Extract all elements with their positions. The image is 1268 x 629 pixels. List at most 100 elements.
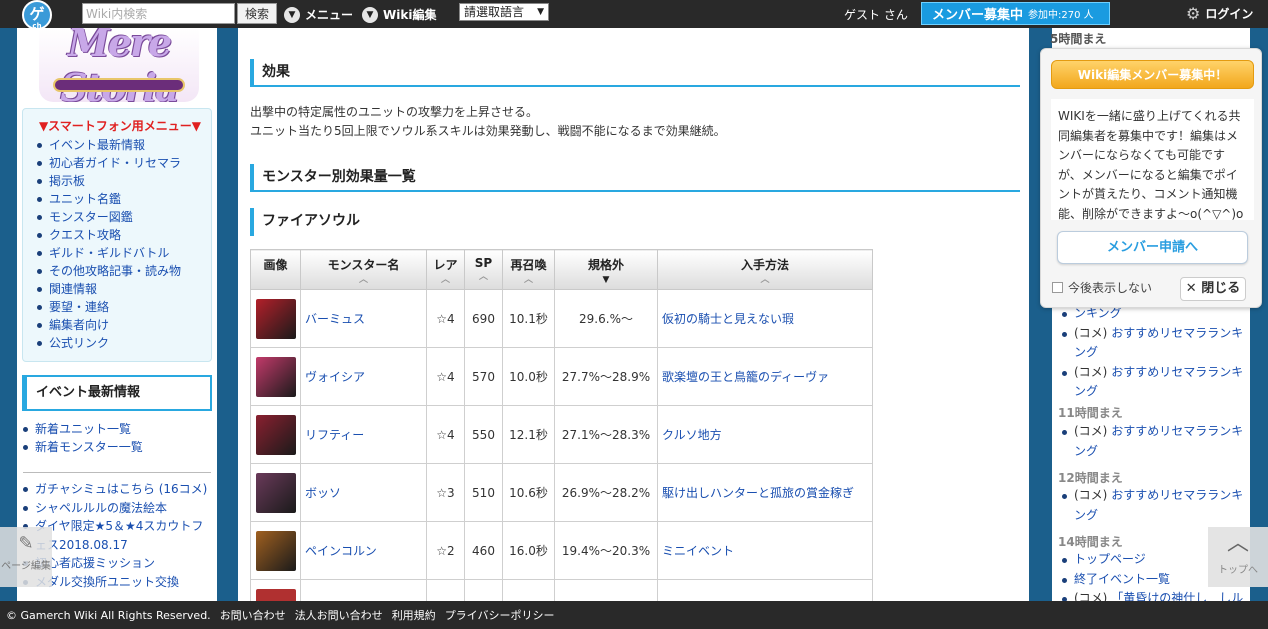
recruit-badge: Wiki編集メンバー募集中！ (1051, 60, 1254, 89)
update-link[interactable]: 終了イベント一覧 (1074, 572, 1170, 586)
monster-name-cell: ペインコルン (300, 521, 427, 580)
update-link[interactable]: ンキング (1074, 306, 1122, 320)
sp-menu-item: 初心者ガイド・リセマラ (33, 154, 207, 172)
sort-down-icon[interactable]: ▼ (555, 276, 657, 285)
login-label: ログイン (1205, 7, 1254, 21)
menu-button[interactable]: ▼ メニュー (284, 6, 353, 23)
range-cell: 29.6.%～ (554, 289, 658, 348)
sort-up-icon[interactable]: ︿ (427, 276, 464, 285)
language-select-value: 請選取語言 (464, 5, 525, 19)
footer-bar: © Gamerch Wiki All Rights Reserved. お問い合… (0, 601, 1268, 629)
event-link[interactable]: 新着モンスター一覧 (35, 440, 143, 454)
col-source[interactable]: 入手方法 ︿ (657, 249, 873, 290)
back-to-top-label: トップへ (1218, 565, 1258, 576)
back-to-top-button[interactable]: ︿ トップへ (1208, 527, 1268, 587)
col-resummon[interactable]: 再召喚 ︿ (502, 249, 555, 290)
sp-menu-link[interactable]: ギルド・ギルドバトル (49, 246, 169, 260)
update-link[interactable]: トップページ (1074, 552, 1146, 566)
sp-menu-link[interactable]: 公式リンク (49, 336, 109, 350)
col-rarity[interactable]: レア ︿ (426, 249, 465, 290)
monster-thumbnail[interactable] (255, 298, 296, 339)
monster-thumbnail[interactable] (255, 356, 296, 397)
sp-menu-item: 要望・連絡 (33, 298, 207, 316)
sp-menu-item: その他攻略記事・読み物 (33, 262, 207, 280)
gamerch-logo[interactable]: ゲ ch (22, 0, 52, 30)
monster-thumbnail[interactable] (255, 414, 296, 455)
news-link[interactable]: 初心者応援ミッション (35, 556, 155, 570)
sp-cell: 510 (464, 463, 503, 522)
monster-link[interactable]: リフティー (305, 428, 364, 442)
monster-link[interactable]: ボッソ (305, 486, 341, 500)
source-link[interactable]: ミニイベント (662, 544, 734, 558)
monster-link[interactable]: バーミュス (305, 312, 365, 326)
sp-menu-link[interactable]: 編集者向け (49, 318, 109, 332)
sp-cell (464, 579, 503, 601)
checkbox-icon[interactable] (1052, 282, 1063, 293)
sort-up-icon[interactable]: ︿ (658, 276, 872, 285)
main-content: 効果 出撃中の特定属性のユニットの攻撃力を上昇させる。 ユニット当たり5回上限で… (238, 28, 1029, 601)
rarity-cell: ☆2 (426, 521, 465, 580)
col-monster-name[interactable]: モンスター名 ︿ (300, 249, 427, 290)
login-button[interactable]: ⚙ ログイン (1186, 4, 1253, 23)
sp-menu-link[interactable]: その他攻略記事・読み物 (49, 264, 181, 278)
comment-prefix: (コメ) (1074, 325, 1112, 340)
news-link[interactable]: メダル交換所ユニット交換 (35, 575, 179, 589)
sort-up-icon[interactable]: ︿ (503, 276, 554, 285)
member-recruit-button[interactable]: メンバー募集中 参加中:270 人 (921, 2, 1110, 25)
monster-name-cell: リフティー (300, 405, 427, 464)
resummon-cell: 10.1秒 (502, 289, 555, 348)
monster-link[interactable]: ヴォイシア (305, 370, 365, 384)
monster-thumbnail[interactable] (255, 530, 296, 571)
sp-menu-item: イベント最新情報 (33, 136, 207, 154)
source-link[interactable]: クルソ地方 (662, 428, 722, 442)
footer-link-contact[interactable]: お問い合わせ (220, 607, 286, 623)
monster-thumbnail[interactable] (255, 472, 296, 513)
language-select[interactable]: 請選取語言 ▼ (459, 3, 549, 21)
sort-up-icon[interactable]: ︿ (465, 273, 502, 282)
sp-menu-link[interactable]: クエスト攻略 (49, 228, 121, 242)
event-link[interactable]: 新着ユニット一覧 (35, 422, 131, 436)
footer-link-corporate-contact[interactable]: 法人お問い合わせ (295, 607, 383, 623)
news-link[interactable]: ダイヤ限定★5＆★4スカウトフェス2018.08.17 (35, 519, 203, 552)
monster-image-cell (250, 521, 301, 580)
sp-menu-link[interactable]: ユニット名鑑 (49, 192, 121, 206)
recent-updates-list: (コメ) おすすめリセマラランキング (1056, 422, 1246, 461)
monster-image-cell (250, 347, 301, 406)
fire-soul-heading: ファイアソウル (250, 208, 360, 236)
sp-menu-link[interactable]: 要望・連絡 (49, 300, 109, 314)
monster-name-cell: ボッソ (300, 463, 427, 522)
dont-show-again-checkbox[interactable]: 今後表示しない (1052, 279, 1152, 296)
close-button[interactable]: ✕ 閉じる (1180, 277, 1246, 301)
monster-thumbnail[interactable] (255, 588, 296, 601)
source-link[interactable]: 仮初の騎士と見えない瑕 (662, 312, 794, 326)
search-button[interactable]: 検索 (237, 3, 277, 24)
wiki-edit-button[interactable]: ▼ Wiki編集 (362, 6, 436, 23)
source-link[interactable]: 歌楽壇の王と鳥籠のディーヴァ (662, 370, 829, 384)
rarity-cell: ☆4 (426, 405, 465, 464)
sp-menu-link[interactable]: 初心者ガイド・リセマラ (49, 156, 181, 170)
sp-menu-link[interactable]: 関連情報 (49, 282, 97, 296)
sort-up-icon[interactable]: ︿ (301, 276, 426, 285)
footer-link-privacy[interactable]: プライバシーポリシー (445, 607, 555, 623)
site-logo[interactable]: Mere Storia (39, 28, 199, 102)
footer-link-terms[interactable]: 利用規約 (392, 607, 436, 623)
member-apply-button[interactable]: メンバー申請へ (1057, 231, 1248, 264)
list-item: (コメ) おすすめリセマラランキング (1056, 363, 1246, 402)
update-time: 14時間まえ (1058, 535, 1123, 549)
news-link[interactable]: シャペルルルの魔法絵本 (35, 501, 167, 515)
col-range[interactable]: 規格外 ▼ (554, 249, 658, 290)
page-edit-button[interactable]: ✎ ページ編集 (0, 527, 52, 587)
news-link[interactable]: ガチャシミュはこちら (16コメ) (35, 482, 207, 496)
col-sp[interactable]: SP ︿ (464, 249, 503, 290)
monster-name-cell (300, 579, 427, 601)
sp-menu-link[interactable]: イベント最新情報 (49, 138, 145, 152)
list-item: (コメ) おすすめリセマラランキング (1056, 324, 1246, 363)
sp-menu-link[interactable]: モンスター図鑑 (49, 210, 133, 224)
monster-link[interactable]: ペインコルン (305, 544, 377, 558)
source-link[interactable]: 駆け出しハンターと孤旅の賞金稼ぎ (662, 486, 854, 500)
resummon-cell (502, 579, 555, 601)
update-link[interactable]: 「黄昏けの神仕し しル (1111, 591, 1243, 601)
sp-menu-item: 掲示板 (33, 172, 207, 190)
search-input[interactable] (82, 3, 235, 24)
sp-menu-link[interactable]: 掲示板 (49, 174, 85, 188)
